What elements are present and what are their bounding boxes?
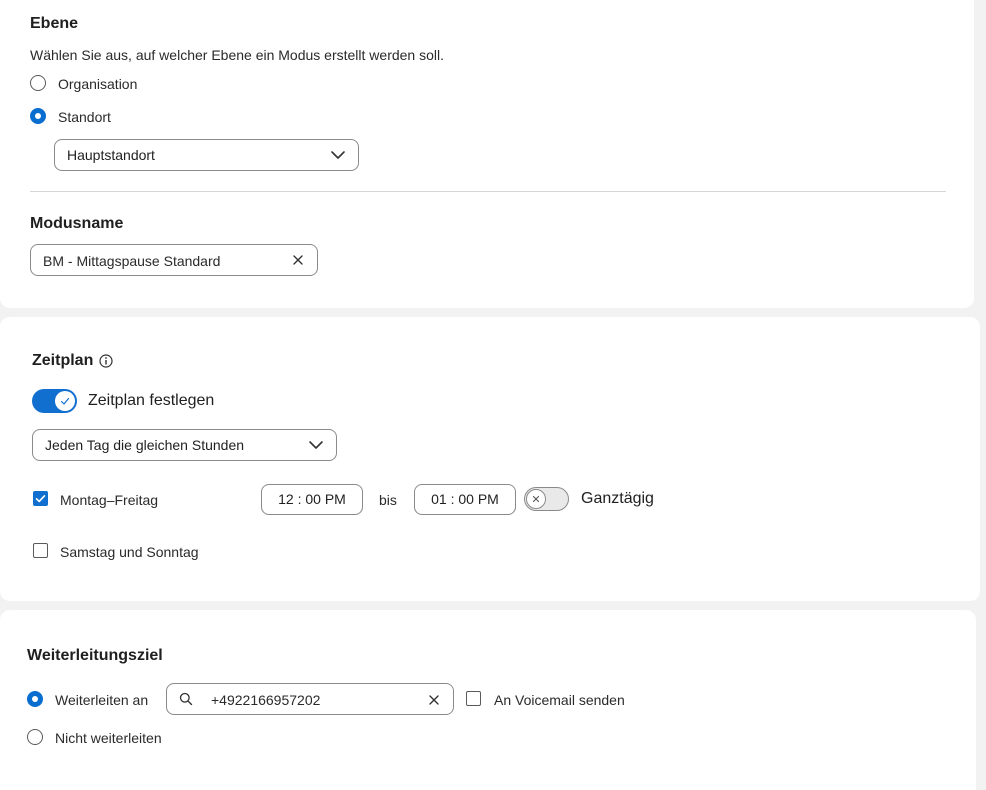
schedule-type-select[interactable]: Jeden Tag die gleichen Stunden [32,429,337,461]
radio-no-forward-label[interactable]: Nicht weiterleiten [55,730,162,746]
chevron-down-icon [308,438,324,457]
schedule-type-value: Jeden Tag die gleichen Stunden [45,437,245,453]
allday-toggle[interactable] [524,487,569,511]
forward-number-input[interactable]: +4922166957202 [166,683,454,715]
weekday-label[interactable]: Montag–Freitag [60,492,158,508]
schedule-heading-text: Zeitplan [32,352,94,369]
radio-organisation-label[interactable]: Organisation [58,76,137,92]
time-separator: bis [379,492,397,508]
forward-number-value[interactable]: +4922166957202 [211,692,320,708]
radio-forward-to-label[interactable]: Weiterleiten an [55,692,148,708]
mode-name-heading: Modusname [30,215,124,232]
toggle-knob [55,391,75,411]
location-select-value: Hauptstandort [67,147,155,163]
mode-name-value[interactable]: BM - Mittagspause Standard [43,253,220,269]
schedule-toggle-label[interactable]: Zeitplan festlegen [88,392,214,410]
schedule-toggle[interactable] [32,389,77,413]
toggle-knob [526,488,546,509]
mode-name-input[interactable]: BM - Mittagspause Standard [30,244,318,276]
radio-no-forward-control[interactable] [27,729,43,745]
weekend-label[interactable]: Samstag und Sonntag [60,544,199,560]
weekend-checkbox[interactable] [33,543,48,558]
search-icon [179,692,193,711]
chevron-down-icon [330,148,346,167]
voicemail-checkbox[interactable] [466,691,481,706]
level-heading: Ebene [30,15,79,32]
close-icon [532,495,540,502]
schedule-heading: Zeitplan [32,352,93,370]
level-description: Wählen Sie aus, auf welcher Ebene ein Mo… [30,47,444,63]
voicemail-label[interactable]: An Voicemail senden [494,692,625,708]
check-icon [35,495,46,503]
section-divider [30,191,946,192]
forwarding-heading: Weiterleitungsziel [27,647,163,664]
start-time-input[interactable]: 12 : 00 PM [261,484,363,515]
radio-standort-control[interactable] [30,108,46,124]
allday-label[interactable]: Ganztägig [581,490,654,508]
radio-forward-to-control[interactable] [27,691,43,707]
clear-icon[interactable] [292,253,304,271]
weekday-checkbox[interactable] [33,491,48,506]
radio-standort-label[interactable]: Standort [58,109,111,125]
location-select[interactable]: Hauptstandort [54,139,359,171]
clear-icon[interactable] [428,693,440,711]
info-icon[interactable] [99,354,113,373]
radio-organisation-control[interactable] [30,75,46,91]
end-time-input[interactable]: 01 : 00 PM [414,484,516,515]
